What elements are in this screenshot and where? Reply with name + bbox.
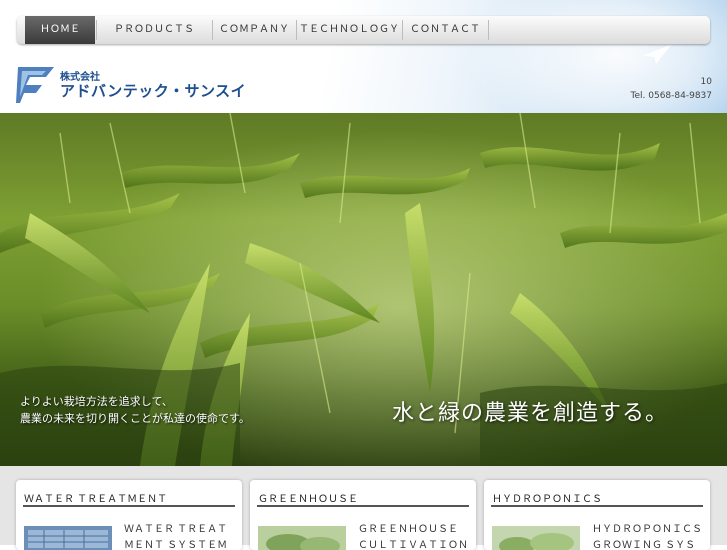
hero-banner: 水と緑の農業を創造する。 よりよい栽培方法を追求して、 農業の未来を切り開くこと… [0,113,727,466]
card-description: ＨＹＤＲＯＰＯＮＩＣＳ ＧＲＯＷＩＮＧ ＳＹＳＴＥＭ [592,524,702,550]
hero-subtitle-line-2: 農業の未来を切り開くことが私達の使命です。 [20,412,250,425]
nav-home[interactable]: ＨＯＭＥ [25,16,95,44]
main-nav: ＨＯＭＥ ＰＲＯＤＵＣＴＳ ＣＯＭＰＡＮＹ ＴＥＣＨＮＯＬＯＧＹ ＣＯＮＴＡＣＴ [17,16,710,44]
card-divider [23,505,235,507]
feature-card[interactable]: ＨＹＤＲＯＰＯＮＩＣＳ ＨＹＤＲＯＰＯＮＩＣＳ ＧＲＯＷＩＮＧ ＳＹＳＴＥＭ [484,480,710,550]
card-thumbnail-image[interactable] [258,526,346,550]
card-title[interactable]: ＨＹＤＲＯＰＯＮＩＣＳ [492,490,602,505]
card-title[interactable]: ＷＡＴＥＲ ＴＲＥＡＴＭＥＮＴ [24,490,167,505]
phone-number: Tel. 0568-84-9837 [630,91,712,101]
feature-card[interactable]: ＧＲＥＥＮＨＯＵＳＥ ＧＲＥＥＮＨＯＵＳＥ ＣＵＬＴＩＶＡＴＩＯＮ ＳＹＳ [250,480,476,550]
nav-contact[interactable]: ＣＯＮＴＡＣＴ [403,16,487,44]
card-title[interactable]: ＧＲＥＥＮＨＯＵＳＥ [258,490,358,505]
feature-card[interactable]: ＷＡＴＥＲ ＴＲＥＡＴＭＥＮＴ ＷＡＴＥＲ ＴＲＥＡＴＭＥＮＴ ＳＹＳＴＥＭＳ [16,480,242,550]
nav-divider [488,20,489,40]
nav-products[interactable]: ＰＲＯＤＵＣＴＳ [97,16,211,44]
hero-title: 水と緑の農業を創造する。 [392,401,669,426]
company-logo-icon[interactable] [16,63,56,105]
card-description: ＧＲＥＥＮＨＯＵＳＥ ＣＵＬＴＩＶＡＴＩＯＮ ＳＹＳ [358,524,468,550]
paper-plane-icon [642,44,672,64]
card-divider [491,505,703,507]
company-name[interactable]: アドバンテック・サンスイ [60,80,246,101]
nav-company[interactable]: ＣＯＭＰＡＮＹ [213,16,295,44]
card-divider [257,505,469,507]
card-description: ＷＡＴＥＲ ＴＲＥＡＴＭＥＮＴ ＳＹＳＴＥＭＳ [124,524,228,550]
card-thumbnail-image[interactable] [492,526,580,550]
nav-technology[interactable]: ＴＥＣＨＮＯＬＯＧＹ [297,16,401,44]
header-number: 10 [700,77,712,87]
card-thumbnail-image[interactable] [24,526,112,550]
hero-subtitle-line-1: よりよい栽培方法を追求して、 [20,395,173,408]
